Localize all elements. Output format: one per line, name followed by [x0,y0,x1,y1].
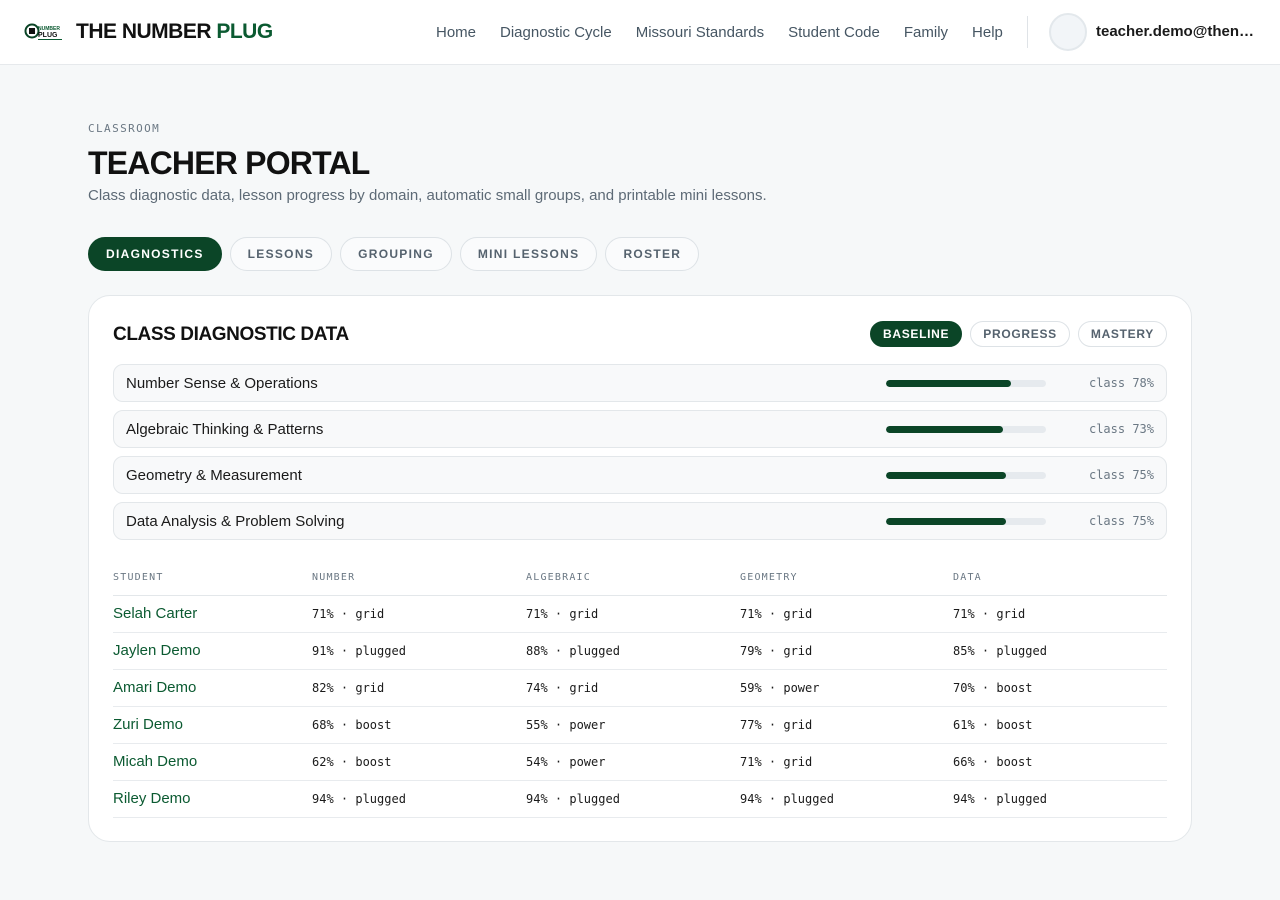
tab-roster[interactable]: ROSTER [605,237,700,271]
score-data: 70% · boost [953,669,1167,707]
domain-row: Data Analysis & Problem Solving class 75… [113,502,1167,540]
domain-percent: class 75% [1088,468,1154,482]
score-data: 94% · plugged [953,780,1167,818]
tab-mini-lessons[interactable]: MINI LESSONS [459,237,598,271]
phase-progress-button[interactable]: PROGRESS [970,321,1070,347]
page-title: TEACHER PORTAL [88,145,370,181]
page-eyebrow: CLASSROOM [88,122,161,135]
score-number: 91% · plugged [312,632,526,670]
nav-diagnostic-cycle[interactable]: Diagnostic Cycle [500,23,612,43]
score-algebraic: 94% · plugged [526,780,740,818]
domain-row: Geometry & Measurement class 75% [113,456,1167,494]
phase-baseline-button[interactable]: BASELINE [869,321,963,347]
user-avatar[interactable] [1049,13,1087,51]
logo-text-bottom: PLUG [38,32,58,39]
main-nav: Home Diagnostic Cycle Missouri Standards… [436,23,1003,43]
domain-progress-bar [886,472,1046,479]
nav-missouri-standards[interactable]: Missouri Standards [636,23,764,43]
domain-percent: class 73% [1088,422,1154,436]
score-algebraic: 71% · grid [526,595,740,633]
phase-toggle: BASELINE PROGRESS MASTERY [869,321,1167,347]
domain-name: Number Sense & Operations [126,375,318,392]
domain-progress-bar [886,380,1046,387]
domain-row: Algebraic Thinking & Patterns class 73% [113,410,1167,448]
domain-name: Algebraic Thinking & Patterns [126,421,324,438]
domain-name: Data Analysis & Problem Solving [126,513,345,530]
portal-tabs: DIAGNOSTICS LESSONS GROUPING MINI LESSON… [88,237,700,271]
table-row: Amari Demo 82% · grid 74% · grid 59% · p… [113,669,1167,707]
tab-lessons[interactable]: LESSONS [229,237,333,271]
page-subtitle: Class diagnostic data, lesson progress b… [88,187,767,204]
score-geometry: 94% · plugged [740,780,953,818]
score-geometry: 77% · grid [740,706,953,744]
domain-percent: class 78% [1088,376,1154,390]
column-header-geometry: GEOMETRY [740,568,953,596]
table-row: Selah Carter 71% · grid 71% · grid 71% ·… [113,595,1167,633]
top-navbar: NUMBER PLUG THE NUMBER PLUG Home Diagnos… [0,0,1280,65]
domain-progress-bar [886,426,1046,433]
tab-diagnostics[interactable]: DIAGNOSTICS [88,237,222,271]
score-number: 68% · boost [312,706,526,744]
column-header-number: NUMBER [312,568,526,596]
nav-divider [1027,16,1028,48]
brand-name-part2: PLUG [216,20,273,43]
score-data: 66% · boost [953,743,1167,781]
student-name-link[interactable]: Zuri Demo [113,706,312,744]
domain-list: Number Sense & Operations class 78% Alge… [113,364,1167,548]
column-header-data: DATA [953,568,1167,596]
score-number: 62% · boost [312,743,526,781]
domain-name: Geometry & Measurement [126,467,302,484]
domain-progress-fill [886,426,1003,433]
score-algebraic: 54% · power [526,743,740,781]
domain-row: Number Sense & Operations class 78% [113,364,1167,402]
phase-mastery-button[interactable]: MASTERY [1077,321,1167,347]
logo-icon[interactable]: NUMBER PLUG [24,20,64,44]
student-name-link[interactable]: Amari Demo [113,669,312,707]
score-algebraic: 74% · grid [526,669,740,707]
user-email[interactable]: teacher.demo@thenu... [1096,22,1258,42]
card-title: CLASS DIAGNOSTIC DATA [113,324,349,345]
column-header-algebraic: ALGEBRAIC [526,568,740,596]
score-algebraic: 88% · plugged [526,632,740,670]
score-number: 71% · grid [312,595,526,633]
domain-progress-fill [886,518,1006,525]
tab-grouping[interactable]: GROUPING [340,237,452,271]
score-geometry: 71% · grid [740,595,953,633]
score-geometry: 79% · grid [740,632,953,670]
score-geometry: 71% · grid [740,743,953,781]
brand-name-part1: THE NUMBER [76,20,212,43]
domain-percent: class 75% [1088,514,1154,528]
nav-home[interactable]: Home [436,23,476,43]
student-name-link[interactable]: Riley Demo [113,780,312,818]
domain-progress-fill [886,472,1006,479]
brand-name[interactable]: THE NUMBER PLUG [76,20,273,44]
score-geometry: 59% · power [740,669,953,707]
student-name-link[interactable]: Jaylen Demo [113,632,312,670]
table-row: Zuri Demo 68% · boost 55% · power 77% · … [113,706,1167,744]
student-name-link[interactable]: Micah Demo [113,743,312,781]
score-data: 71% · grid [953,595,1167,633]
score-data: 61% · boost [953,706,1167,744]
domain-progress-fill [886,380,1011,387]
diagnostic-card: CLASS DIAGNOSTIC DATA BASELINE PROGRESS … [88,295,1192,842]
table-row: Micah Demo 62% · boost 54% · power 71% ·… [113,743,1167,781]
table-row: Riley Demo 94% · plugged 94% · plugged 9… [113,780,1167,818]
score-number: 94% · plugged [312,780,526,818]
nav-student-code[interactable]: Student Code [788,23,880,43]
student-name-link[interactable]: Selah Carter [113,595,312,633]
domain-progress-bar [886,518,1046,525]
table-row: Jaylen Demo 91% · plugged 88% · plugged … [113,632,1167,670]
student-table: STUDENT NUMBER ALGEBRAIC GEOMETRY DATA S… [113,568,1167,818]
nav-family[interactable]: Family [904,23,948,43]
score-algebraic: 55% · power [526,706,740,744]
column-header-student: STUDENT [113,568,312,596]
table-header-row: STUDENT NUMBER ALGEBRAIC GEOMETRY DATA [113,568,1167,596]
score-data: 85% · plugged [953,632,1167,670]
nav-help[interactable]: Help [972,23,1003,43]
score-number: 82% · grid [312,669,526,707]
